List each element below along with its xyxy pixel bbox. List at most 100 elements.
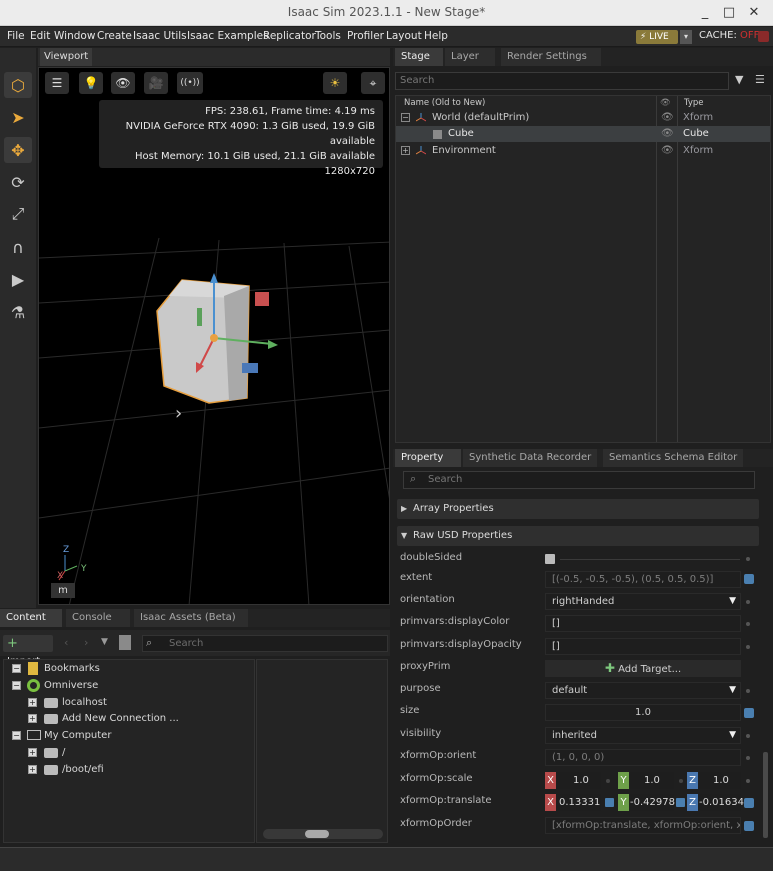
tab-content[interactable]: Content xyxy=(0,609,62,627)
tab-layer[interactable]: Layer xyxy=(445,48,495,66)
live-button[interactable]: ⚡ LIVE xyxy=(636,30,678,44)
add-target-button[interactable]: ✚ Add Target... xyxy=(545,660,741,677)
expand-icon[interactable]: + xyxy=(28,765,37,774)
content-search-input[interactable]: Search xyxy=(142,635,388,652)
doublesided-checkbox[interactable] xyxy=(545,554,555,564)
menu-file[interactable]: File xyxy=(7,30,25,42)
menu-profiler[interactable]: Profiler xyxy=(347,30,384,42)
menu-window[interactable]: Window xyxy=(54,30,95,42)
visibility-eye-icon[interactable]: 👁 xyxy=(661,110,674,126)
audio-icon[interactable]: ((•)) xyxy=(177,72,203,94)
scale-icon[interactable]: ⤢ xyxy=(4,201,32,227)
minimize-button[interactable]: _ xyxy=(695,3,715,23)
cache-status[interactable]: CACHE: OFF xyxy=(699,30,759,41)
expand-icon[interactable]: + xyxy=(28,748,37,757)
size-field[interactable]: 1.0 xyxy=(545,704,741,721)
orient-field[interactable]: (1, 0, 0, 0) xyxy=(545,749,741,766)
camera-icon[interactable]: 🎥 xyxy=(144,72,168,94)
scale-x-field[interactable]: X 1.0 xyxy=(545,772,601,789)
purpose-dropdown[interactable]: default ▼ xyxy=(545,682,741,699)
orientation-dropdown[interactable]: rightHanded ▼ xyxy=(545,593,741,610)
collapse-icon[interactable]: − xyxy=(12,681,21,690)
stage-search-input[interactable]: Search xyxy=(395,72,729,90)
snap-icon[interactable]: ∩ xyxy=(4,234,32,260)
scale-z-field[interactable]: Z 1.0 xyxy=(687,772,741,789)
menu-edit[interactable]: Edit xyxy=(30,30,50,42)
translate-y-field[interactable]: Y -0.42978 xyxy=(618,794,675,811)
override-icon[interactable] xyxy=(744,798,754,808)
menu-replicator[interactable]: Replicator xyxy=(263,30,316,42)
translate-x-field[interactable]: X 0.13331 xyxy=(545,794,601,811)
expand-icon[interactable]: + xyxy=(28,698,37,707)
tree-row-environment[interactable]: + Environment 👁 Xform xyxy=(396,143,770,159)
override-icon[interactable] xyxy=(744,574,754,584)
tab-property[interactable]: Property xyxy=(395,449,461,467)
override-icon[interactable] xyxy=(605,798,614,807)
menu-layout[interactable]: Layout xyxy=(386,30,422,42)
menu-tools[interactable]: Tools xyxy=(315,30,341,42)
collapse-icon[interactable]: − xyxy=(401,113,410,122)
tab-semantics-schema-editor[interactable]: Semantics Schema Editor xyxy=(603,449,743,467)
menu-icon[interactable]: ☰ xyxy=(755,73,765,86)
filter-icon[interactable]: ▼ xyxy=(735,73,743,86)
section-raw-usd-properties[interactable]: ▼ Raw USD Properties xyxy=(397,526,759,546)
visibility-dropdown[interactable]: inherited ▼ xyxy=(545,727,741,744)
menu-create[interactable]: Create xyxy=(97,30,132,42)
menu-isaac-examples[interactable]: Isaac Examples xyxy=(187,30,269,42)
scrollbar-thumb[interactable] xyxy=(305,830,329,838)
physics-icon[interactable]: ⚗ xyxy=(4,299,32,325)
menu-help[interactable]: Help xyxy=(424,30,448,42)
column-type-header[interactable]: Type xyxy=(684,96,704,110)
bookmark-icon[interactable] xyxy=(119,635,131,650)
play-icon[interactable]: ▶ xyxy=(4,266,32,292)
collapse-icon[interactable]: − xyxy=(12,731,21,740)
collapse-icon[interactable]: − xyxy=(12,664,21,673)
tab-viewport[interactable]: Viewport xyxy=(40,48,92,66)
content-file-view[interactable] xyxy=(256,659,388,843)
tab-render-settings[interactable]: Render Settings xyxy=(501,48,601,66)
tab-synthetic-data-recorder[interactable]: Synthetic Data Recorder xyxy=(463,449,597,467)
dropdown-icon[interactable]: ▼ xyxy=(101,637,108,647)
expand-icon[interactable]: + xyxy=(401,146,410,155)
cube-select-icon[interactable]: ⬡ xyxy=(4,72,32,98)
chevron-right-icon[interactable]: › xyxy=(175,403,182,424)
section-array-properties[interactable]: ▶ Array Properties xyxy=(397,499,759,519)
maximize-button[interactable]: □ xyxy=(719,3,739,23)
column-visibility-icon[interactable]: 👁 xyxy=(660,96,671,110)
eye-icon[interactable]: 👁 xyxy=(111,72,135,94)
menu-isaac-utils[interactable]: Isaac Utils xyxy=(133,30,187,42)
settings-icon[interactable]: ☰ xyxy=(45,72,69,94)
pointer-icon[interactable]: ➤ xyxy=(4,104,32,130)
tab-isaac-assets[interactable]: Isaac Assets (Beta) xyxy=(134,609,248,627)
tree-row-world[interactable]: − World (defaultPrim) 👁 Xform xyxy=(396,110,770,126)
visibility-eye-icon[interactable]: 👁 xyxy=(661,143,674,159)
scale-y-field[interactable]: Y 1.0 xyxy=(618,772,674,789)
override-icon[interactable] xyxy=(744,708,754,718)
tab-stage[interactable]: Stage xyxy=(395,48,443,66)
light-icon[interactable]: 💡 xyxy=(79,72,103,94)
move-icon[interactable]: ✥ xyxy=(4,137,32,163)
displaycolor-field[interactable]: [] xyxy=(545,615,741,632)
rotate-icon[interactable]: ⟳ xyxy=(4,169,32,195)
live-dropdown[interactable]: ▾ xyxy=(680,30,692,44)
override-icon[interactable] xyxy=(676,798,685,807)
column-name-header[interactable]: Name (Old to New) xyxy=(404,96,485,110)
forward-icon[interactable]: › xyxy=(84,636,88,649)
tree-row-cube[interactable]: Cube 👁 Cube xyxy=(396,126,770,142)
cache-icon[interactable] xyxy=(758,31,769,42)
close-button[interactable]: ✕ xyxy=(744,3,764,23)
back-icon[interactable]: ‹ xyxy=(64,636,68,649)
visibility-eye-icon[interactable]: 👁 xyxy=(661,126,674,142)
displayopacity-field[interactable]: [] xyxy=(545,638,741,655)
extent-field[interactable]: [(-0.5, -0.5, -0.5), (0.5, 0.5, 0.5)] xyxy=(545,571,741,588)
viewport[interactable]: ☰ 💡 👁 🎥 ((•)) ☀ ⌖ FPS: 238.61, Frame tim… xyxy=(38,67,390,605)
translate-z-field[interactable]: Z -0.01634 xyxy=(687,794,744,811)
import-button[interactable]: + Import xyxy=(3,635,53,667)
tab-console[interactable]: Console xyxy=(66,609,130,627)
property-scrollbar[interactable] xyxy=(763,752,768,838)
xformoporder-field[interactable]: [xformOp:translate, xformOp:orient, xfor… xyxy=(545,817,741,834)
expand-icon[interactable]: + xyxy=(28,714,37,723)
override-icon[interactable] xyxy=(744,821,754,831)
horizontal-scrollbar[interactable] xyxy=(263,829,383,839)
location-icon[interactable]: ⌖ xyxy=(361,72,385,94)
